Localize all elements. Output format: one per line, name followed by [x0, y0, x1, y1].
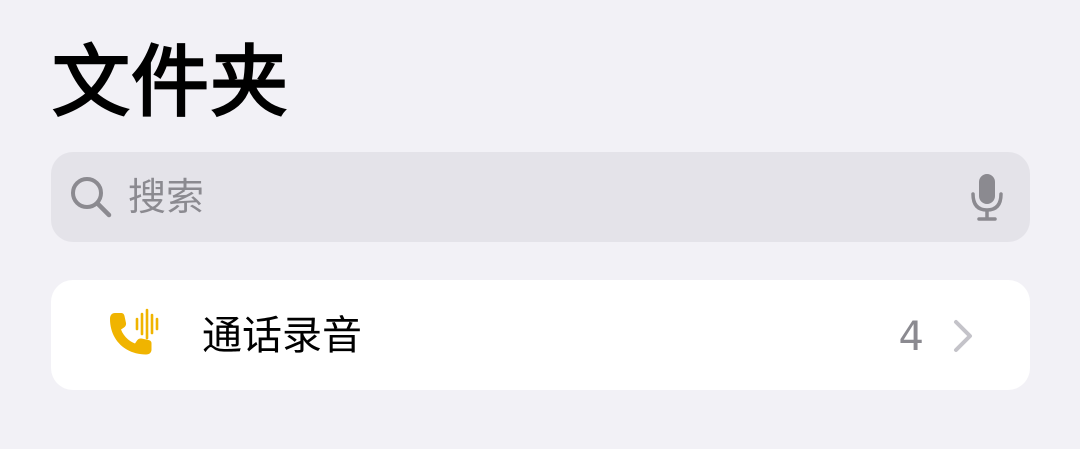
search-icon [71, 177, 112, 218]
phone-recording-icon [110, 308, 159, 355]
chevron-right-icon [954, 320, 972, 352]
folder-row-call-recordings[interactable] [51, 280, 1030, 390]
page-title: 文件夹 [52, 38, 290, 128]
microphone-icon[interactable] [968, 172, 1006, 222]
search-input[interactable] [128, 168, 948, 226]
folder-label: 通话录音 [202, 313, 362, 359]
folder-count-badge: 4 [898, 314, 924, 360]
